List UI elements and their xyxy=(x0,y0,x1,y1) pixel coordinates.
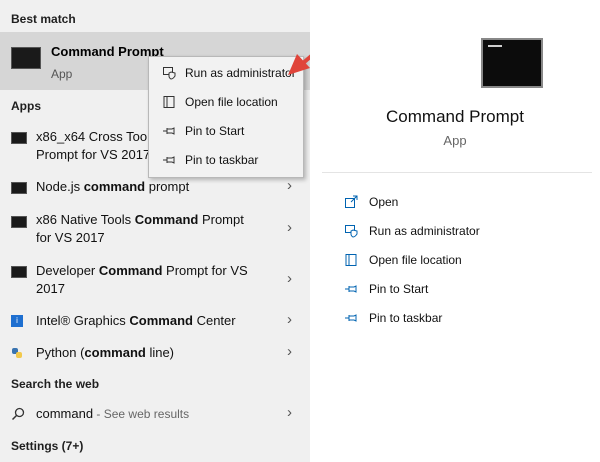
pin-icon xyxy=(345,285,357,293)
terminal-icon xyxy=(11,47,41,69)
list-item[interactable]: Developer Command Prompt for VS 2017 › xyxy=(0,262,310,302)
shield-icon xyxy=(163,67,176,80)
menu-item-label: Open file location xyxy=(185,95,278,109)
intel-graphics-icon: i xyxy=(11,315,23,327)
menu-item-label: Pin to taskbar xyxy=(185,153,259,167)
list-item-label: Intel® Graphics Command Center xyxy=(36,313,236,328)
action-run-as-administrator[interactable]: Run as administrator xyxy=(310,220,600,244)
list-item[interactable]: i Intel® Graphics Command Center › xyxy=(0,311,310,332)
best-match-title: Command Prompt xyxy=(51,44,164,59)
preview-panel: Command Prompt App Open Run as administr… xyxy=(310,0,600,462)
action-label: Pin to taskbar xyxy=(369,311,443,325)
folder-icon xyxy=(163,96,175,108)
terminal-icon xyxy=(481,38,543,88)
shield-icon xyxy=(345,225,358,238)
menu-item-label: Pin to Start xyxy=(185,124,245,138)
search-web-header: Search the web xyxy=(11,377,100,391)
terminal-icon xyxy=(11,266,27,278)
action-label: Run as administrator xyxy=(369,224,480,238)
preview-title: Command Prompt xyxy=(386,107,524,126)
folder-icon xyxy=(345,254,357,266)
action-pin-to-taskbar[interactable]: Pin to taskbar xyxy=(310,307,600,331)
apps-header: Apps xyxy=(11,99,41,113)
action-label: Open xyxy=(369,195,399,209)
divider xyxy=(322,172,592,173)
preview-subtitle: App xyxy=(443,133,467,148)
chevron-right-icon[interactable]: › xyxy=(287,311,292,328)
action-label: Pin to Start xyxy=(369,282,429,296)
best-match-subtitle: App xyxy=(51,67,73,81)
action-open[interactable]: Open xyxy=(310,191,600,215)
action-pin-to-start[interactable]: Pin to Start xyxy=(310,278,600,302)
list-item-label: x86 Native Tools Command Prompt for VS 2… xyxy=(36,212,244,245)
list-item-label: Node.js command prompt xyxy=(36,179,190,194)
settings-header: Settings (7+) xyxy=(11,439,84,453)
web-search-item[interactable]: command - See web results › xyxy=(0,404,310,425)
best-match-header: Best match xyxy=(11,12,76,26)
menu-item-pin-to-taskbar[interactable]: Pin to taskbar xyxy=(149,146,303,174)
action-label: Open file location xyxy=(369,253,462,267)
list-item[interactable]: Node.js command prompt › xyxy=(0,177,310,198)
list-item[interactable]: Python (command line) › xyxy=(0,343,310,364)
terminal-icon xyxy=(11,216,27,228)
terminal-icon xyxy=(11,182,27,194)
python-icon xyxy=(12,348,22,358)
web-search-label: command - See web results xyxy=(36,406,190,421)
pin-icon xyxy=(345,314,357,322)
chevron-right-icon[interactable]: › xyxy=(287,404,292,421)
list-item-label: Developer Command Prompt for VS 2017 xyxy=(36,263,248,296)
menu-item-pin-to-start[interactable]: Pin to Start xyxy=(149,117,303,145)
list-item-label: Python (command line) xyxy=(36,345,175,360)
pin-icon xyxy=(163,127,175,135)
open-icon xyxy=(345,195,358,208)
chevron-right-icon[interactable]: › xyxy=(287,219,292,236)
search-icon xyxy=(11,407,25,421)
action-open-file-location[interactable]: Open file location xyxy=(310,249,600,273)
pin-icon xyxy=(163,156,175,164)
chevron-right-icon[interactable]: › xyxy=(287,270,292,287)
chevron-right-icon[interactable]: › xyxy=(287,343,292,360)
list-item[interactable]: x86 Native Tools Command Prompt for VS 2… xyxy=(0,211,310,251)
menu-item-open-file-location[interactable]: Open file location xyxy=(149,88,303,116)
chevron-right-icon[interactable]: › xyxy=(287,177,292,194)
terminal-icon xyxy=(11,132,27,144)
